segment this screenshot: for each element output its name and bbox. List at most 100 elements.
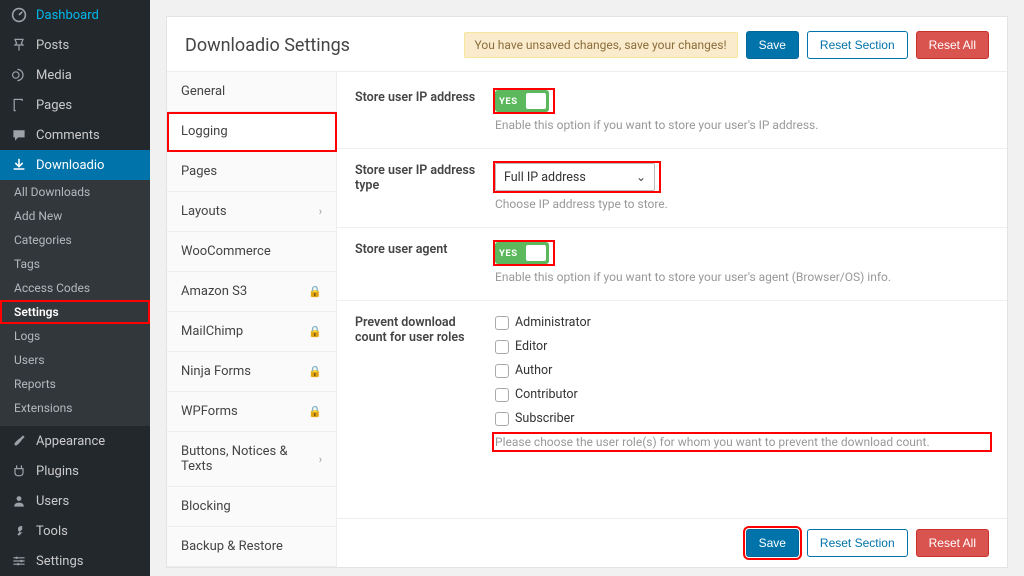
sidebar-item-users[interactable]: Users	[0, 486, 150, 516]
sidebar-item-media[interactable]: Media	[0, 60, 150, 90]
role-option-editor[interactable]: Editor	[495, 339, 989, 354]
role-label: Contributor	[515, 387, 578, 402]
tab-label: WooCommerce	[181, 244, 271, 259]
sidebar-item-dashboard[interactable]: Dashboard	[0, 0, 150, 30]
tab-woocommerce[interactable]: WooCommerce	[167, 232, 336, 272]
field-prevent-roles: Prevent download count for user roles Ad…	[337, 301, 1007, 465]
role-option-administrator[interactable]: Administrator	[495, 315, 989, 330]
sidebar-item-label: Appearance	[36, 434, 105, 449]
sidebar-item-label: Posts	[36, 38, 69, 53]
checkbox-icon	[495, 412, 509, 426]
sidebar-item-label: Downloadio	[36, 158, 104, 173]
plugin-icon	[10, 462, 28, 480]
tab-general[interactable]: General	[167, 72, 336, 112]
field-label: Store user agent	[355, 242, 495, 284]
sidebar-item-label: Comments	[36, 128, 100, 143]
field-ip-type: Store user IP address type Full IP addre…	[337, 149, 1007, 228]
sidebar-item-plugins[interactable]: Plugins	[0, 456, 150, 486]
role-label: Author	[515, 363, 552, 378]
reset-section-button-top[interactable]: Reset Section	[807, 31, 908, 59]
toggle-store-agent[interactable]: YES	[495, 242, 549, 264]
lock-icon: 🔒	[308, 365, 322, 378]
tab-layouts[interactable]: Layouts ›	[167, 192, 336, 232]
toggle-state-label: YES	[499, 96, 518, 107]
sidebar-item-tools[interactable]: Tools	[0, 516, 150, 546]
submenu-settings[interactable]: Settings	[0, 300, 150, 324]
submenu-extensions[interactable]: Extensions	[0, 396, 150, 420]
sidebar-item-posts[interactable]: Posts	[0, 30, 150, 60]
download-icon	[10, 156, 28, 174]
role-option-subscriber[interactable]: Subscriber	[495, 411, 989, 426]
plugin-submenu: All Downloads Add New Categories Tags Ac…	[0, 180, 150, 426]
field-store-ip: Store user IP address YES Enable this op…	[337, 76, 1007, 149]
tab-label: Layouts	[181, 204, 227, 219]
tab-label: Logging	[181, 124, 228, 139]
sidebar-item-label: Dashboard	[36, 8, 99, 23]
submenu-tags[interactable]: Tags	[0, 252, 150, 276]
tab-ninja-forms[interactable]: Ninja Forms 🔒	[167, 352, 336, 392]
pin-icon	[10, 36, 28, 54]
role-label: Administrator	[515, 315, 591, 330]
comments-icon	[10, 126, 28, 144]
tab-blocking[interactable]: Blocking	[167, 487, 336, 527]
panel-header: Downloadio Settings You have unsaved cha…	[167, 17, 1007, 72]
submenu-logs[interactable]: Logs	[0, 324, 150, 348]
reset-section-button-bottom[interactable]: Reset Section	[807, 529, 908, 557]
toggle-store-ip[interactable]: YES	[495, 90, 549, 112]
role-label: Subscriber	[515, 411, 575, 426]
tab-label: Backup & Restore	[181, 539, 283, 554]
fields-column: Store user IP address YES Enable this op…	[337, 72, 1007, 567]
tab-label: Ninja Forms	[181, 364, 251, 379]
reset-all-button-bottom[interactable]: Reset All	[916, 529, 989, 557]
submenu-add-new[interactable]: Add New	[0, 204, 150, 228]
submenu-reports[interactable]: Reports	[0, 372, 150, 396]
reset-all-button-top[interactable]: Reset All	[916, 31, 989, 59]
tab-label: Amazon S3	[181, 284, 247, 299]
tab-label: Blocking	[181, 499, 231, 514]
wrench-icon	[10, 522, 28, 540]
lock-icon: 🔒	[308, 285, 322, 298]
save-button-bottom[interactable]: Save	[746, 529, 799, 557]
toggle-knob	[526, 93, 546, 109]
select-ip-type[interactable]: Full IP address ⌄	[495, 163, 655, 191]
sidebar-item-comments[interactable]: Comments	[0, 120, 150, 150]
tab-label: WPForms	[181, 404, 238, 419]
sidebar-item-pages[interactable]: Pages	[0, 90, 150, 120]
chevron-right-icon: ›	[319, 453, 322, 466]
tab-pages[interactable]: Pages	[167, 152, 336, 192]
sidebar-item-downloadio[interactable]: Downloadio	[0, 150, 150, 180]
tab-label: MailChimp	[181, 324, 243, 339]
unsaved-changes-notice: You have unsaved changes, save your chan…	[464, 32, 738, 58]
tab-logging[interactable]: Logging	[167, 112, 337, 152]
field-hint: Enable this option if you want to store …	[495, 270, 989, 284]
role-option-author[interactable]: Author	[495, 363, 989, 378]
lock-icon: 🔒	[308, 405, 322, 418]
checkbox-icon	[495, 388, 509, 402]
chevron-right-icon: ›	[319, 205, 322, 218]
brush-icon	[10, 432, 28, 450]
role-label: Editor	[515, 339, 547, 354]
sidebar-item-settings[interactable]: Settings	[0, 546, 150, 576]
tab-mailchimp[interactable]: MailChimp🔒	[167, 312, 336, 352]
panel-body: General Logging Pages Layouts › WooCommer…	[167, 72, 1007, 567]
tab-backup-restore[interactable]: Backup & Restore	[167, 527, 336, 567]
page-title: Downloadio Settings	[185, 35, 350, 56]
save-button-top[interactable]: Save	[746, 31, 799, 59]
field-hint: Choose IP address type to store.	[495, 197, 989, 211]
submenu-all-downloads[interactable]: All Downloads	[0, 180, 150, 204]
role-option-contributor[interactable]: Contributor	[495, 387, 989, 402]
tab-amazon-s3[interactable]: Amazon S3 🔒	[167, 272, 336, 312]
tab-label: Pages	[181, 164, 217, 179]
field-store-agent: Store user agent YES Enable this option …	[337, 228, 1007, 301]
tab-label: Buttons, Notices & Texts	[181, 444, 319, 474]
tab-buttons-notices-texts[interactable]: Buttons, Notices & Texts›	[167, 432, 336, 487]
sidebar-item-label: Tools	[36, 524, 68, 539]
submenu-access-codes[interactable]: Access Codes	[0, 276, 150, 300]
checkbox-icon	[495, 364, 509, 378]
sidebar-item-appearance[interactable]: Appearance	[0, 426, 150, 456]
sidebar-item-label: Plugins	[36, 464, 79, 479]
dashboard-icon	[10, 6, 28, 24]
submenu-categories[interactable]: Categories	[0, 228, 150, 252]
submenu-users[interactable]: Users	[0, 348, 150, 372]
tab-wpforms[interactable]: WPForms 🔒	[167, 392, 336, 432]
